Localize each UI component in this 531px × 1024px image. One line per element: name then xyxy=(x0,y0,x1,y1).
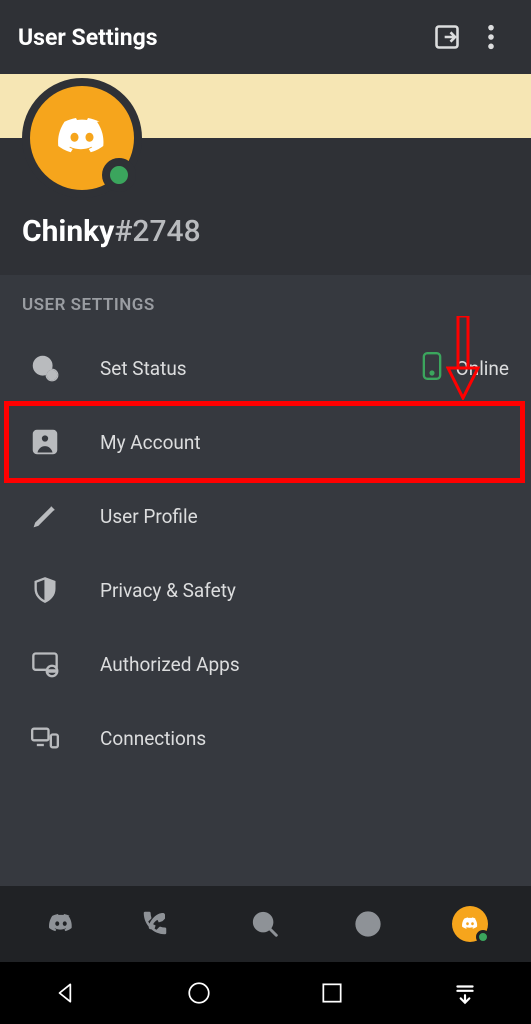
bottom-tab-bar xyxy=(0,886,531,962)
status-indicator xyxy=(102,158,136,192)
tab-friends[interactable] xyxy=(133,894,193,954)
row-privacy-safety[interactable]: Privacy & Safety xyxy=(0,553,531,627)
row-label: Connections xyxy=(100,727,509,750)
shield-icon xyxy=(30,575,60,605)
more-icon[interactable] xyxy=(469,15,513,59)
row-label: Authorized Apps xyxy=(100,653,509,676)
row-connections[interactable]: Connections xyxy=(0,701,531,775)
username: Chinky#2748 xyxy=(22,214,509,249)
tab-mentions[interactable] xyxy=(338,894,398,954)
exit-icon[interactable] xyxy=(425,15,469,59)
status-icon xyxy=(30,353,60,383)
row-label: My Account xyxy=(100,431,509,454)
app-root: User Settings Chinky#2748 USER SETTINGS xyxy=(0,0,531,1024)
tab-home[interactable] xyxy=(31,894,91,954)
tab-avatar xyxy=(452,906,488,942)
row-label: User Profile xyxy=(100,505,509,528)
tab-search[interactable] xyxy=(235,894,295,954)
app-bar: User Settings xyxy=(0,0,531,74)
row-authorized-apps[interactable]: Authorized Apps xyxy=(0,627,531,701)
page-title: User Settings xyxy=(18,24,425,51)
row-status-value: Online xyxy=(422,352,509,385)
tab-profile[interactable] xyxy=(440,894,500,954)
nav-recents[interactable] xyxy=(300,973,364,1013)
section-header: USER SETTINGS xyxy=(0,275,531,331)
nav-home[interactable] xyxy=(167,973,231,1013)
status-text: Online xyxy=(456,357,509,380)
account-icon xyxy=(30,427,60,457)
mobile-online-icon xyxy=(422,352,442,385)
row-label: Set Status xyxy=(100,357,422,380)
mini-status-indicator xyxy=(476,930,490,944)
row-user-profile[interactable]: User Profile xyxy=(0,479,531,553)
apps-icon xyxy=(30,649,60,679)
username-discriminator: #2748 xyxy=(114,214,200,249)
nav-drawer[interactable] xyxy=(433,973,497,1013)
username-name: Chinky xyxy=(22,214,114,249)
row-set-status[interactable]: Set Status Online xyxy=(0,331,531,405)
avatar-wrap[interactable] xyxy=(22,78,142,198)
nav-back[interactable] xyxy=(34,973,98,1013)
profile-header: Chinky#2748 xyxy=(0,138,531,275)
row-my-account[interactable]: My Account xyxy=(0,405,531,479)
connections-icon xyxy=(30,723,60,753)
pencil-icon xyxy=(30,501,60,531)
android-navbar xyxy=(0,962,531,1024)
row-label: Privacy & Safety xyxy=(100,579,509,602)
settings-section: USER SETTINGS Set Status Online My Accou… xyxy=(0,275,531,886)
